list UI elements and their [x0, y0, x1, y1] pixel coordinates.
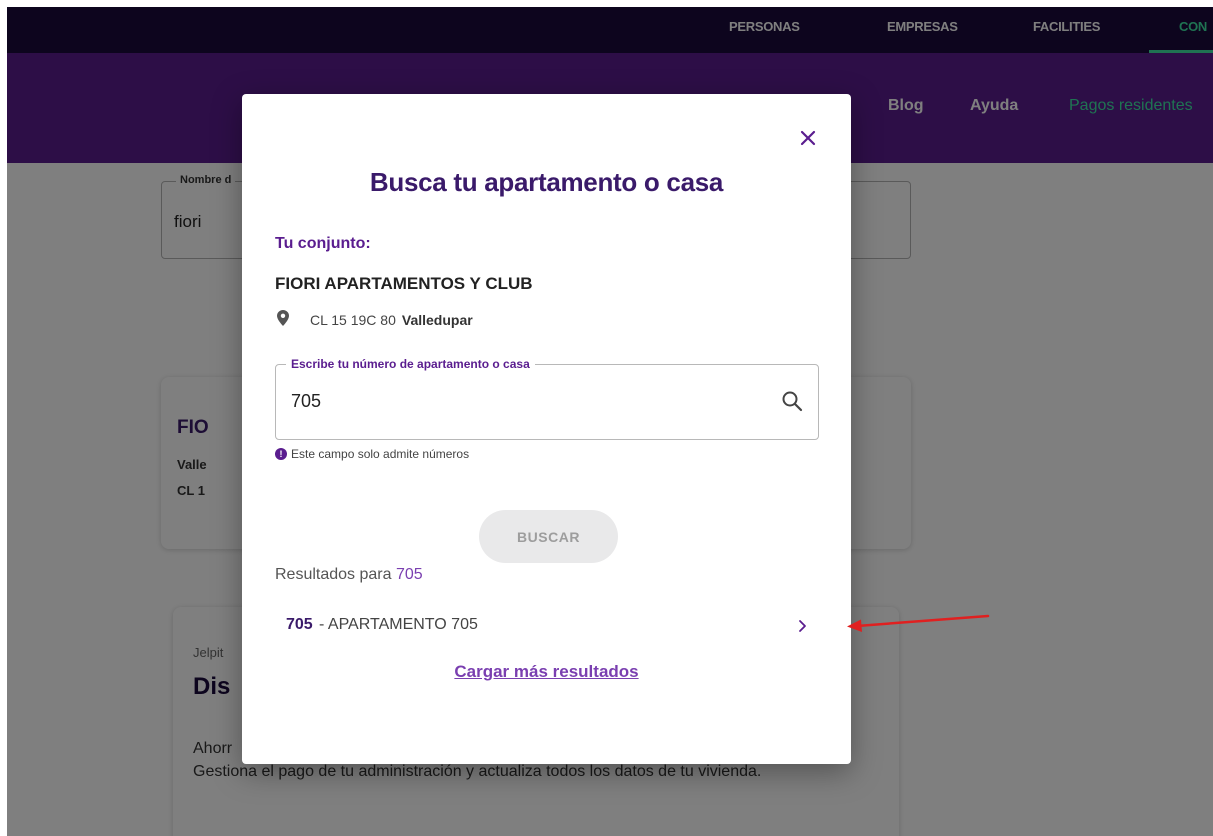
buscar-button[interactable]: BUSCAR — [479, 510, 618, 563]
apartment-number-input[interactable] — [291, 391, 751, 412]
result-number: 705 — [286, 616, 313, 633]
result-description: - APARTAMENTO 705 — [319, 616, 478, 633]
apartment-number-label: Escribe tu número de apartamento o casa — [286, 357, 535, 371]
result-row[interactable]: 705 - APARTAMENTO 705 — [275, 606, 819, 646]
info-icon: ! — [275, 448, 287, 460]
results-prefix: Resultados para — [275, 566, 392, 583]
field-hint-text: Este campo solo admite números — [291, 447, 470, 461]
modal-title: Busca tu apartamento o casa — [369, 167, 724, 197]
conjunto-name: FIORI APARTAMENTOS Y CLUB — [275, 274, 533, 293]
load-more-link[interactable]: Cargar más resultados — [242, 662, 851, 682]
chevron-right-icon[interactable] — [797, 618, 809, 634]
conjunto-label: Tu conjunto: — [275, 235, 371, 252]
conjunto-address: CL 15 19C 80 — [310, 312, 396, 328]
apartment-number-field[interactable]: Escribe tu número de apartamento o casa — [275, 357, 819, 440]
results-heading: Resultados para 705 — [275, 566, 423, 584]
field-hint: ! Este campo solo admite números — [275, 447, 469, 461]
close-icon[interactable] — [794, 124, 822, 152]
conjunto-address-line: CL 15 19C 80 Valledupar — [310, 312, 473, 328]
search-apartment-modal: Busca tu apartamento o casa Tu conjunto:… — [242, 94, 851, 764]
search-icon[interactable] — [780, 389, 804, 413]
results-query: 705 — [395, 566, 423, 583]
location-pin-icon — [277, 310, 289, 326]
red-annotation-arrow-icon — [847, 614, 990, 632]
conjunto-city: Valledupar — [401, 312, 473, 328]
